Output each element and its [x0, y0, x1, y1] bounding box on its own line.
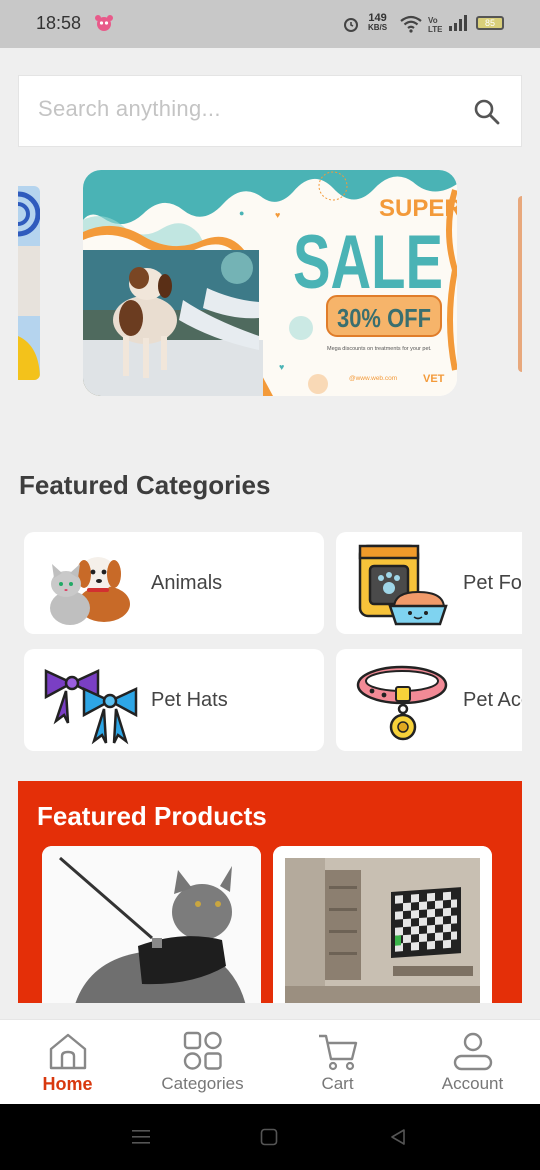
carousel-next-slide[interactable]	[518, 196, 522, 372]
svg-text:LTE: LTE	[428, 25, 442, 33]
collar-icon	[356, 665, 448, 741]
nav-account[interactable]: Account	[405, 1020, 540, 1105]
svg-text:●: ●	[239, 208, 244, 218]
svg-text:Vo: Vo	[428, 16, 438, 25]
home-icon	[49, 1033, 87, 1070]
product-card-cat-harness[interactable]	[42, 846, 261, 1003]
animals-icon	[50, 557, 130, 625]
bottom-navigation: Home Categories Cart Account	[0, 1019, 540, 1104]
category-card-pet-food[interactable]: Pet Food	[336, 532, 522, 634]
category-card-animals[interactable]: Animals	[24, 532, 324, 634]
bow-icon	[44, 669, 138, 745]
back-icon[interactable]	[389, 1128, 407, 1146]
svg-text:♥: ♥	[279, 362, 284, 372]
search-bar[interactable]: Search anything...	[18, 75, 522, 147]
signal-icon	[449, 15, 467, 31]
category-card-pet-accessories[interactable]: Pet Accessories	[336, 649, 522, 751]
alarm-icon	[344, 18, 358, 32]
category-label: Pet Hats	[151, 689, 228, 711]
svg-text:@www.web.com: @www.web.com	[349, 375, 397, 382]
pet-food-icon	[358, 544, 448, 626]
product-card-tv[interactable]	[273, 846, 492, 1003]
svg-text:SUPER: SUPER	[379, 195, 457, 222]
promo-carousel[interactable]: SUPER SALE 30% OFF Mega discounts on tre…	[0, 170, 540, 396]
cart-icon	[319, 1034, 358, 1071]
tv-room-image	[273, 846, 492, 1003]
nav-account-label: Account	[441, 1074, 504, 1093]
category-label: Animals	[151, 572, 223, 594]
battery-indicator: 85	[476, 16, 504, 30]
category-label: Pet Accessories	[463, 689, 522, 711]
nav-categories-label: Categories	[161, 1074, 244, 1093]
category-label: Pet Food	[463, 572, 522, 594]
system-navigation-bar	[0, 1104, 540, 1170]
volte-icon: Vo LTE	[428, 16, 442, 33]
nav-home[interactable]: Home	[0, 1020, 135, 1105]
carousel-prev-slide[interactable]	[18, 186, 40, 380]
cat-harness-image	[42, 846, 261, 1003]
account-icon	[453, 1032, 493, 1071]
wifi-icon	[400, 15, 422, 33]
svg-text:Mega discounts on treatments f: Mega discounts on treatments for your pe…	[327, 346, 432, 352]
categories-icon	[183, 1031, 222, 1070]
status-bar: 18:58 149 KB/S Vo LTE 85	[0, 0, 540, 48]
nav-cart[interactable]: Cart	[270, 1020, 405, 1105]
search-input[interactable]: Search anything...	[38, 96, 221, 122]
network-speed: 149 KB/S	[368, 12, 388, 33]
status-time: 18:58	[36, 13, 82, 33]
sale-banner[interactable]: SUPER SALE 30% OFF Mega discounts on tre…	[83, 170, 457, 396]
featured-products-title: Featured Products	[37, 801, 267, 831]
nav-categories[interactable]: Categories	[135, 1020, 270, 1105]
sale-banner-art: SUPER SALE 30% OFF Mega discounts on tre…	[83, 170, 457, 396]
svg-text:VET: VET	[423, 373, 445, 385]
panda-icon	[95, 15, 113, 31]
category-card-pet-hats[interactable]: Pet Hats	[24, 649, 324, 751]
svg-text:SALE: SALE	[293, 220, 443, 305]
svg-text:30% OFF: 30% OFF	[337, 303, 431, 333]
home-button-icon[interactable]	[260, 1128, 278, 1146]
menu-icon[interactable]	[131, 1128, 151, 1146]
nav-cart-label: Cart	[321, 1074, 354, 1093]
nav-home-label: Home	[42, 1074, 93, 1094]
featured-categories-title: Featured Categories	[19, 470, 271, 500]
categories-grid: Animals Pet Food Pet Hats	[0, 520, 522, 760]
search-icon[interactable]	[473, 98, 501, 126]
svg-text:♥: ♥	[275, 210, 280, 220]
featured-products-section: Featured Products	[18, 781, 522, 1003]
